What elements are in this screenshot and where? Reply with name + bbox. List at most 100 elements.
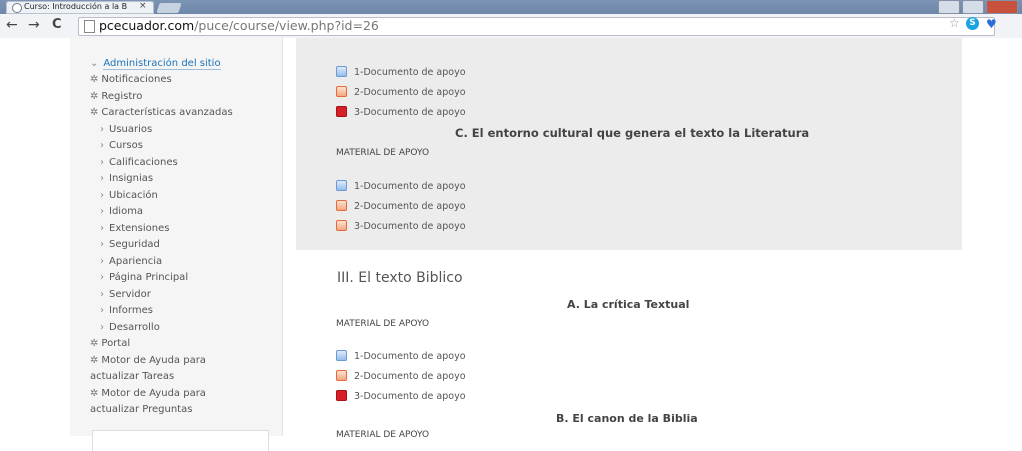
resource-link[interactable]: 1-Documento de apoyo: [336, 350, 466, 363]
resource-label: 3-Documento de apoyo: [354, 107, 466, 118]
sidebar-item[interactable]: › Ubicación: [100, 190, 158, 202]
extension-icon[interactable]: ♥: [986, 17, 997, 31]
resource-link[interactable]: 3-Documento de apoyo: [336, 106, 466, 119]
sidebar-item-admin[interactable]: ⌄ Administración del sitio: [90, 58, 221, 70]
sidebar-item[interactable]: › Servidor: [100, 289, 151, 301]
resource-link[interactable]: 2-Documento de apoyo: [336, 370, 466, 383]
resource-label: 1-Documento de apoyo: [354, 181, 466, 192]
sidebar-item[interactable]: actualizar Preguntas: [90, 404, 192, 416]
word-file-icon: [336, 350, 347, 361]
resource-label: 3-Documento de apoyo: [354, 221, 466, 232]
sidebar-item[interactable]: › Insignias: [100, 173, 153, 185]
sidebar-item[interactable]: › Informes: [100, 305, 153, 317]
chevron-down-icon: ⌄: [90, 58, 99, 69]
topic-heading: A. La crítica Textual: [567, 298, 690, 311]
sidebar-item[interactable]: ✲ Registro: [90, 91, 142, 103]
sidebar-item[interactable]: › Desarrollo: [100, 322, 160, 334]
skype-icon[interactable]: S: [966, 17, 979, 30]
resource-link[interactable]: 2-Documento de apoyo: [336, 86, 466, 99]
word-file-icon: [336, 180, 347, 191]
sidebar-item-label: Extensiones: [109, 222, 170, 234]
chevron-right-icon: ›: [100, 222, 104, 234]
chevron-right-icon: ›: [100, 239, 104, 250]
gear-icon: ✲: [90, 107, 99, 118]
gear-icon: ✲: [90, 74, 99, 85]
sidebar-item[interactable]: › Extensiones: [100, 223, 169, 235]
ppt-file-icon: [336, 390, 347, 401]
chevron-right-icon: ›: [100, 140, 104, 151]
gear-icon: ✲: [90, 354, 99, 366]
sidebar-item-label: Apariencia: [109, 255, 163, 267]
sidebar-item[interactable]: ✲ Notificaciones: [90, 74, 172, 86]
pdf-file-icon: [336, 370, 347, 381]
sidebar-item[interactable]: › Cursos: [100, 140, 143, 152]
pdf-file-icon: [336, 220, 347, 231]
gear-icon: ✲: [90, 90, 99, 102]
material-label: MATERIAL DE APOYO: [336, 148, 430, 158]
sidebar-item-label: Informes: [109, 305, 153, 316]
sidebar-item-label: Ubicación: [109, 189, 158, 201]
sidebar-item-label: Administración del sitio: [103, 58, 221, 70]
resource-label: 2-Documento de apoyo: [354, 87, 466, 98]
window-controls: [936, 0, 1018, 14]
url-text[interactable]: pcecuador.com/puce/course/view.php?id=26: [99, 18, 379, 33]
ppt-file-icon: [336, 106, 347, 117]
sidebar-item[interactable]: ✲ Motor de Ayuda para: [90, 388, 206, 400]
tab-close-icon[interactable]: ×: [139, 1, 147, 11]
sidebar-item[interactable]: ✲ Características avanzadas: [90, 107, 233, 119]
sidebar-item-label: Desarrollo: [109, 321, 160, 333]
address-bar[interactable]: pcecuador.com/puce/course/view.php?id=26: [78, 17, 995, 36]
sidebar-admin-block: ⌄ Administración del sitio ✲ Notificacione…: [70, 38, 283, 451]
sidebar-item[interactable]: › Página Principal: [100, 272, 188, 284]
resource-label: 3-Documento de apoyo: [354, 391, 466, 402]
maximize-button[interactable]: [962, 0, 984, 14]
pdf-file-icon: [336, 86, 347, 97]
sidebar-item[interactable]: › Seguridad: [100, 239, 160, 251]
resource-link[interactable]: 2-Documento de apoyo: [336, 200, 466, 213]
resource-link[interactable]: 3-Documento de apoyo: [336, 390, 466, 403]
pdf-file-icon: [336, 200, 347, 211]
chevron-right-icon: ›: [100, 288, 104, 300]
back-arrow-icon[interactable]: ←: [6, 17, 18, 33]
sidebar-item[interactable]: actualizar Tareas: [90, 371, 174, 383]
material-label: MATERIAL DE APOYO: [336, 319, 430, 329]
sidebar-item[interactable]: › Apariencia: [100, 256, 162, 268]
sidebar-item[interactable]: › Usuarios: [100, 124, 152, 136]
resource-link[interactable]: 1-Documento de apoyo: [336, 66, 466, 79]
close-window-button[interactable]: [986, 0, 1018, 14]
chevron-right-icon: ›: [100, 189, 104, 201]
sidebar-item-label: Servidor: [109, 288, 151, 300]
chevron-right-icon: ›: [100, 156, 104, 168]
browser-tab[interactable]: Curso: Introducción a la B ×: [6, 1, 154, 14]
resource-label: 1-Documento de apoyo: [354, 351, 466, 362]
sidebar-item-label: Página Principal: [109, 272, 189, 283]
gear-icon: ✲: [90, 338, 99, 349]
sidebar-item[interactable]: ✲ Portal: [90, 338, 130, 350]
url-path: /puce/course/view.php?id=26: [194, 18, 379, 33]
resource-label: 1-Documento de apoyo: [354, 67, 466, 78]
forward-arrow-icon[interactable]: →: [28, 17, 40, 33]
resource-link[interactable]: 3-Documento de apoyo: [336, 220, 466, 233]
sidebar-item-label: actualizar Preguntas: [90, 404, 193, 415]
page-icon: [84, 20, 95, 33]
new-tab-button[interactable]: [156, 3, 182, 13]
sidebar-item-label: Registro: [101, 90, 143, 102]
sidebar-item-label: Motor de Ayuda para: [101, 387, 206, 399]
topic-heading: B. El canon de la Biblia: [556, 412, 698, 425]
section-title: III. El texto Biblico: [337, 270, 463, 286]
sidebar-item[interactable]: ✲ Motor de Ayuda para: [90, 355, 206, 367]
sidebar-item-label: Usuarios: [109, 123, 153, 135]
sidebar-item-label: Seguridad: [109, 239, 160, 250]
sidebar-item[interactable]: › Idioma: [100, 206, 143, 218]
sidebar-next-block: [92, 430, 269, 451]
reload-icon[interactable]: C: [52, 17, 62, 32]
topic-heading: C. El entorno cultural que genera el tex…: [455, 126, 810, 140]
sidebar-item[interactable]: › Calificaciones: [100, 157, 178, 169]
tab-title: Curso: Introducción a la B: [24, 2, 128, 11]
resource-link[interactable]: 1-Documento de apoyo: [336, 180, 466, 193]
sidebar-item-label: Insignias: [109, 173, 154, 184]
sidebar-item-label: Notificaciones: [101, 74, 172, 85]
minimize-button[interactable]: [938, 0, 960, 14]
bookmark-star-icon[interactable]: ☆: [949, 16, 960, 30]
url-host: pcecuador.com: [99, 18, 195, 33]
